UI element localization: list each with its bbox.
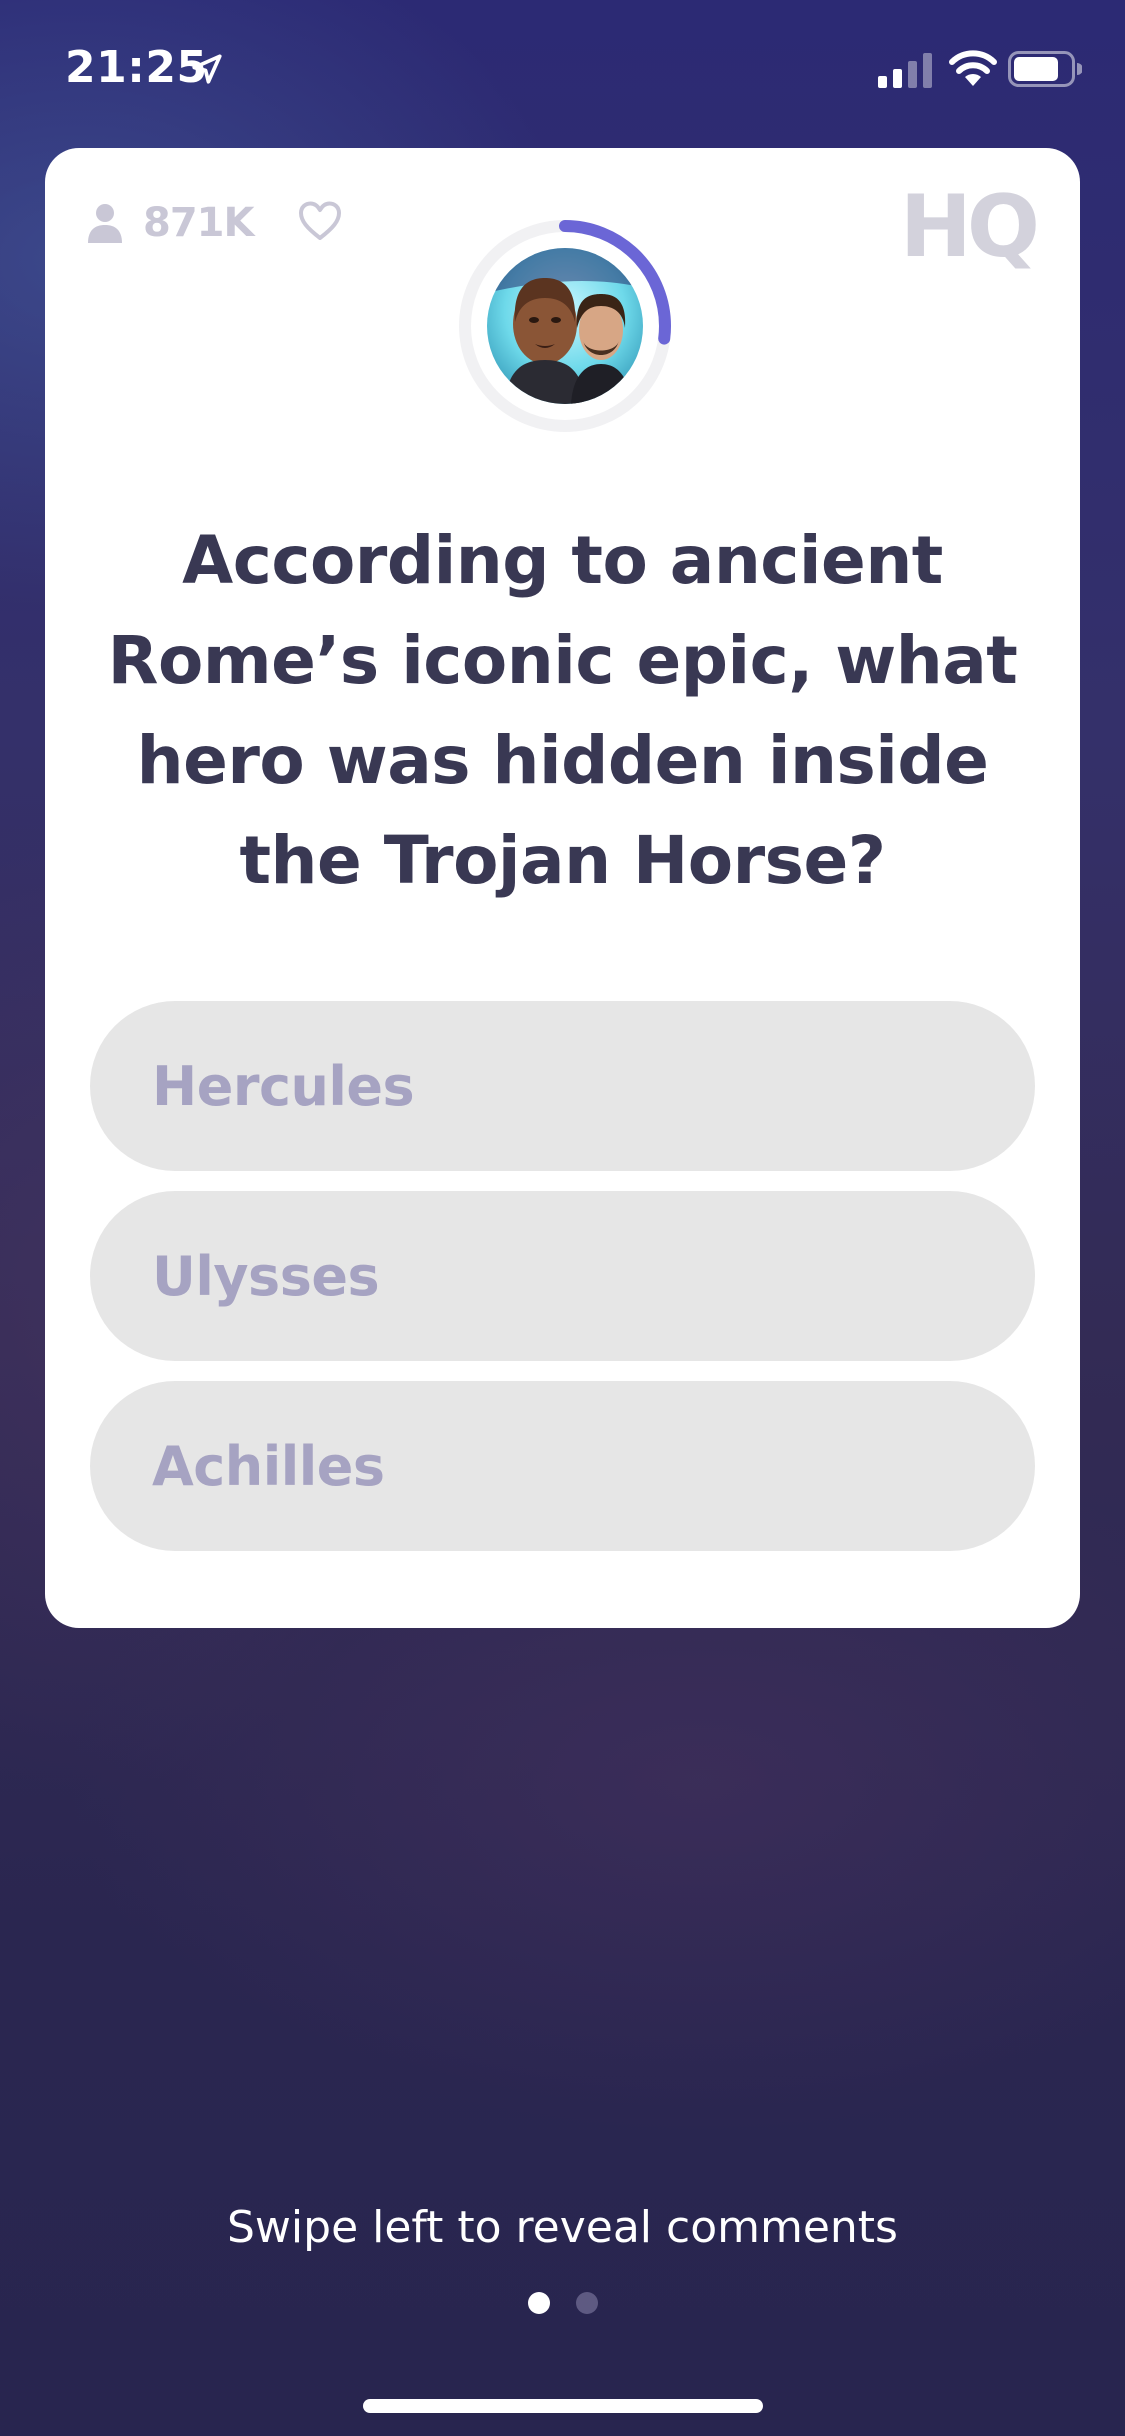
heart-icon[interactable] <box>297 200 343 242</box>
answer-option-2[interactable]: Ulysses <box>90 1191 1035 1361</box>
viewer-count: 871K <box>87 198 254 248</box>
location-arrow-icon <box>192 54 222 84</box>
cellular-signal-icon <box>878 53 932 88</box>
host-video-timer <box>455 216 675 436</box>
page-dot-2[interactable] <box>575 2292 598 2314</box>
hq-logo: HQ <box>899 177 1040 277</box>
status-time: 21:25 <box>65 42 208 93</box>
question-card: 871K HQ According to ancient Rome’s icon… <box>45 148 1080 1628</box>
page-indicator[interactable] <box>0 2292 1125 2314</box>
answer-label: Hercules <box>152 1054 415 1118</box>
answer-option-1[interactable]: Hercules <box>90 1001 1035 1171</box>
battery-icon <box>1008 51 1082 87</box>
answer-label: Ulysses <box>152 1244 380 1308</box>
answer-option-3[interactable]: Achilles <box>90 1381 1035 1551</box>
user-icon <box>88 204 122 243</box>
swipe-hint: Swipe left to reveal comments <box>227 2202 898 2253</box>
answer-label: Achilles <box>152 1434 385 1498</box>
wifi-icon <box>949 50 997 86</box>
host-video-thumbnail <box>487 248 643 404</box>
viewer-count-value: 871K <box>143 200 254 246</box>
page-dot-1[interactable] <box>527 2292 550 2314</box>
question-text: According to ancient Rome’s iconic epic,… <box>107 522 1018 899</box>
status-bar: 21:25 <box>0 0 1125 140</box>
home-indicator[interactable] <box>363 2399 763 2413</box>
